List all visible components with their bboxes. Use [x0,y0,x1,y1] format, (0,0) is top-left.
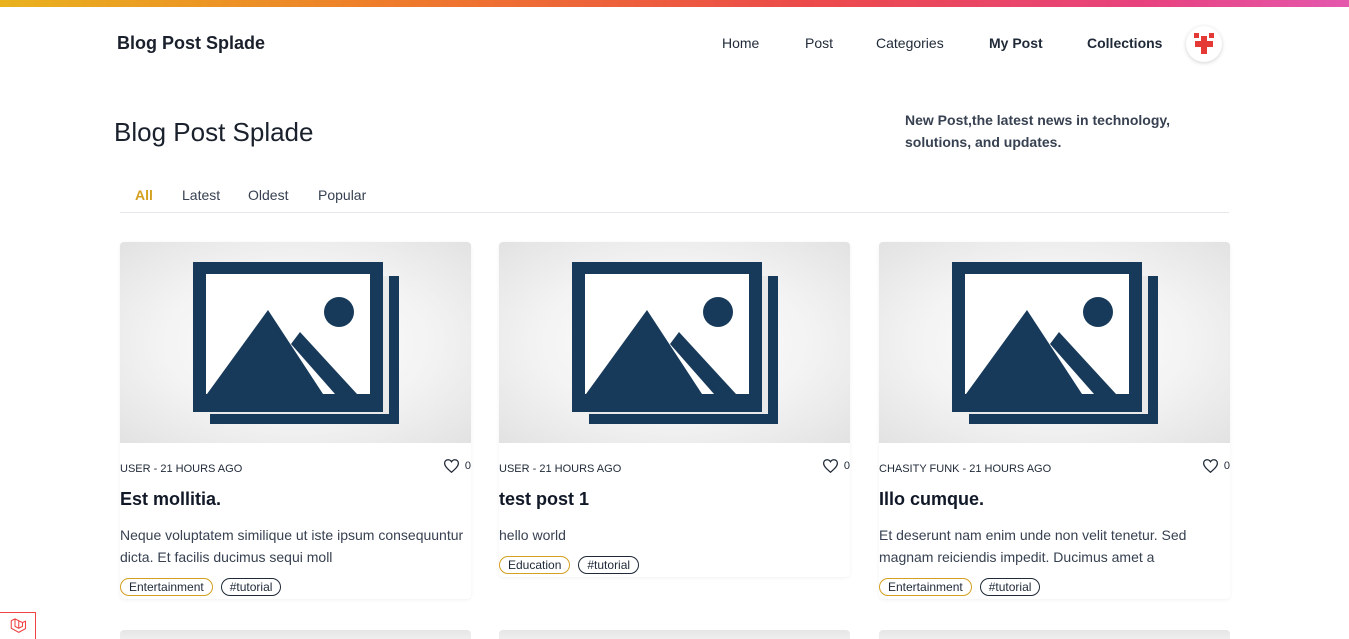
post-card-thumbnail-partial[interactable] [499,630,850,639]
nav-home[interactable]: Home [722,35,759,51]
post-tags: Entertainment #tutorial [879,578,1230,599]
tag-badge[interactable]: #tutorial [220,578,282,596]
category-badge[interactable]: Entertainment [879,578,972,596]
image-placeholder-icon [951,261,1158,424]
image-placeholder-icon [192,261,399,424]
heart-icon [822,459,838,473]
post-card[interactable]: USER - 21 HOURS AGO 0 test post 1 hello … [499,242,850,577]
site-header: Blog Post Splade Home Post Categories My… [0,7,1349,79]
like-count: 0 [1223,460,1230,472]
post-title[interactable]: Est mollitia. [120,489,471,510]
tab-latest[interactable]: Latest [182,187,220,203]
laravel-debug-icon[interactable] [0,612,36,639]
post-excerpt: Neque voluptatem similique ut iste ipsum… [120,527,464,565]
like-button[interactable]: 0 [443,459,471,473]
post-meta: USER - 21 HOURS AGO 0 [120,459,471,481]
laravel-logo-icon [10,618,26,633]
category-badge[interactable]: Education [499,556,571,574]
post-card-thumbnail-partial[interactable] [879,630,1230,639]
post-card-thumbnail-partial[interactable] [120,630,471,639]
post-card[interactable]: USER - 21 HOURS AGO 0 Est mollitia. Nequ… [120,242,471,599]
like-count: 0 [464,460,471,472]
post-author-time: CHASITY FUNK - 21 HOURS AGO [879,463,1052,475]
like-count: 0 [843,460,850,472]
post-title[interactable]: Illo cumque. [879,489,1230,510]
avatar-icon [1194,33,1214,54]
post-meta: USER - 21 HOURS AGO 0 [499,459,850,481]
tag-badge[interactable]: #tutorial [979,578,1041,596]
post-excerpt: Et deserunt nam enim unde non velit tene… [879,527,1187,565]
post-thumbnail[interactable] [879,242,1230,443]
tab-popular[interactable]: Popular [318,187,366,203]
tab-all[interactable]: All [135,187,153,203]
post-tags: Education #tutorial [499,556,850,577]
post-thumbnail[interactable] [499,242,850,443]
top-accent-bar [0,0,1349,7]
filter-tabs: All Latest Oldest Popular [120,185,1229,213]
post-title[interactable]: test post 1 [499,489,850,510]
category-badge[interactable]: Entertainment [120,578,213,596]
user-avatar[interactable] [1186,26,1222,62]
nav-post[interactable]: Post [805,35,833,51]
like-button[interactable]: 0 [822,459,850,473]
post-card[interactable]: CHASITY FUNK - 21 HOURS AGO 0 Illo cumqu… [879,242,1230,599]
heart-icon [1202,459,1218,473]
post-excerpt: hello world [499,527,566,543]
nav-collections[interactable]: Collections [1087,35,1162,51]
page-title: Blog Post Splade [114,117,314,147]
heart-icon [443,459,459,473]
tag-badge[interactable]: #tutorial [578,556,640,574]
post-author-time: USER - 21 HOURS AGO [120,463,243,475]
tab-oldest[interactable]: Oldest [248,187,288,203]
post-author-time: USER - 21 HOURS AGO [499,463,622,475]
post-tags: Entertainment #tutorial [120,578,471,599]
like-button[interactable]: 0 [1202,459,1230,473]
post-thumbnail[interactable] [120,242,471,443]
image-placeholder-icon [571,261,778,424]
nav-my-post[interactable]: My Post [989,35,1043,51]
post-meta: CHASITY FUNK - 21 HOURS AGO 0 [879,459,1230,481]
brand-logo-text[interactable]: Blog Post Splade [117,33,265,54]
page-description: New Post,the latest news in technology, … [905,112,1171,150]
nav-categories[interactable]: Categories [876,35,944,51]
